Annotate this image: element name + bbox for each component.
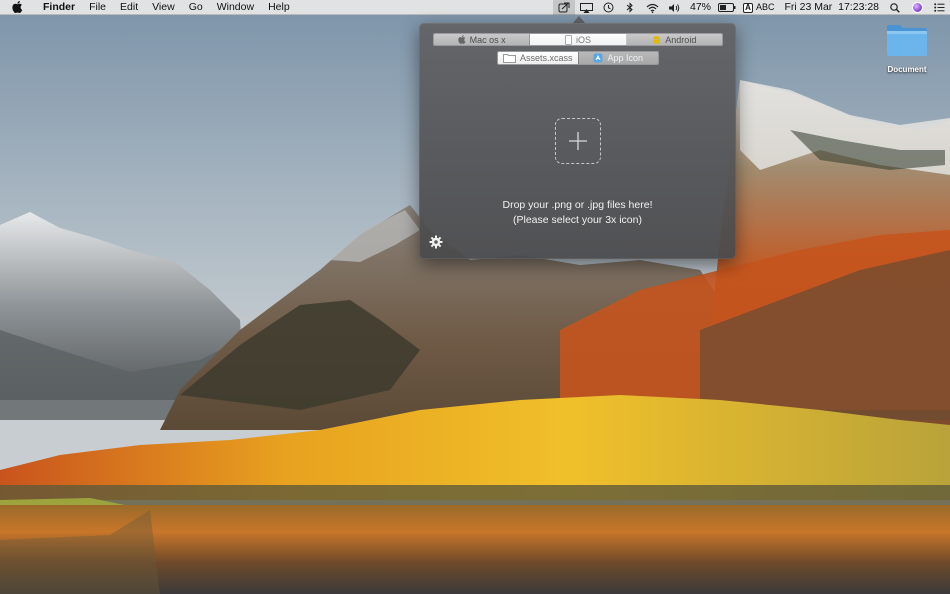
menu-file[interactable]: File [82,0,113,15]
notification-center-icon[interactable] [928,0,950,15]
platform-segmented-control: Mac os x iOS Android [433,33,723,46]
menu-app-name[interactable]: Finder [36,0,82,15]
menu-bar: Finder File Edit View Go Window Help 47%… [0,0,950,15]
airplay-icon[interactable] [575,0,597,15]
file-drop-zone[interactable] [555,118,601,164]
menu-window[interactable]: Window [210,0,261,15]
volume-icon[interactable] [663,0,685,15]
clock[interactable]: Fri 23 Mar 17:23:28 [779,0,884,15]
desktop-item-label: Document [887,65,927,74]
menu-help[interactable]: Help [261,0,297,15]
drop-instructions-line2: (Please select your 3x icon) [513,214,642,226]
apple-icon [457,35,466,44]
input-source[interactable]: A ABC [738,0,779,15]
battery-icon[interactable] [716,0,738,15]
menu-go[interactable]: Go [182,0,210,15]
input-source-badge: A [743,3,754,13]
tab-ios[interactable]: iOS [530,34,627,45]
time-machine-icon[interactable] [597,0,619,15]
tab-label: iOS [575,34,591,45]
tab-assets-xcassets[interactable]: Assets.xcass [498,52,578,64]
menu-view[interactable]: View [145,0,182,15]
tab-mac-os-x[interactable]: Mac os x [434,34,531,45]
drop-instructions-line1: Drop your .png or .jpg files here! [502,199,653,211]
folder-icon [502,53,516,63]
wifi-icon[interactable] [641,0,663,15]
input-source-label: ABC [755,2,775,12]
android-icon [652,35,661,44]
status-area: 47% A ABC Fri 23 Mar 17:23:28 [553,0,950,15]
tab-label: App Icon [607,53,644,63]
tab-label: Android [665,34,697,45]
gear-icon[interactable] [429,235,443,249]
tab-app-icon[interactable]: App Icon [577,52,658,64]
spotlight-icon[interactable] [884,0,906,15]
plus-icon [569,132,587,150]
bluetooth-icon[interactable] [619,0,641,15]
battery-percent: 47% [690,1,712,13]
tab-label: Assets.xcass [519,53,573,63]
tab-android[interactable]: Android [626,34,722,45]
icon-generator-popover: Mac os x iOS Android Assets.xcass App Ic… [419,23,736,259]
asset-type-segmented-control: Assets.xcass App Icon [497,51,659,65]
menu-edit[interactable]: Edit [113,0,145,15]
app-status-icon[interactable] [553,0,575,15]
folder-icon [885,22,929,58]
siri-icon[interactable] [906,0,928,15]
app-icon [593,53,603,63]
drop-instructions: Drop your .png or .jpg files here! (Plea… [419,198,736,228]
apple-icon[interactable] [12,1,26,13]
tab-label: Mac os x [469,34,506,45]
iphone-icon [564,34,572,45]
desktop-item-document[interactable]: Document [878,22,936,74]
